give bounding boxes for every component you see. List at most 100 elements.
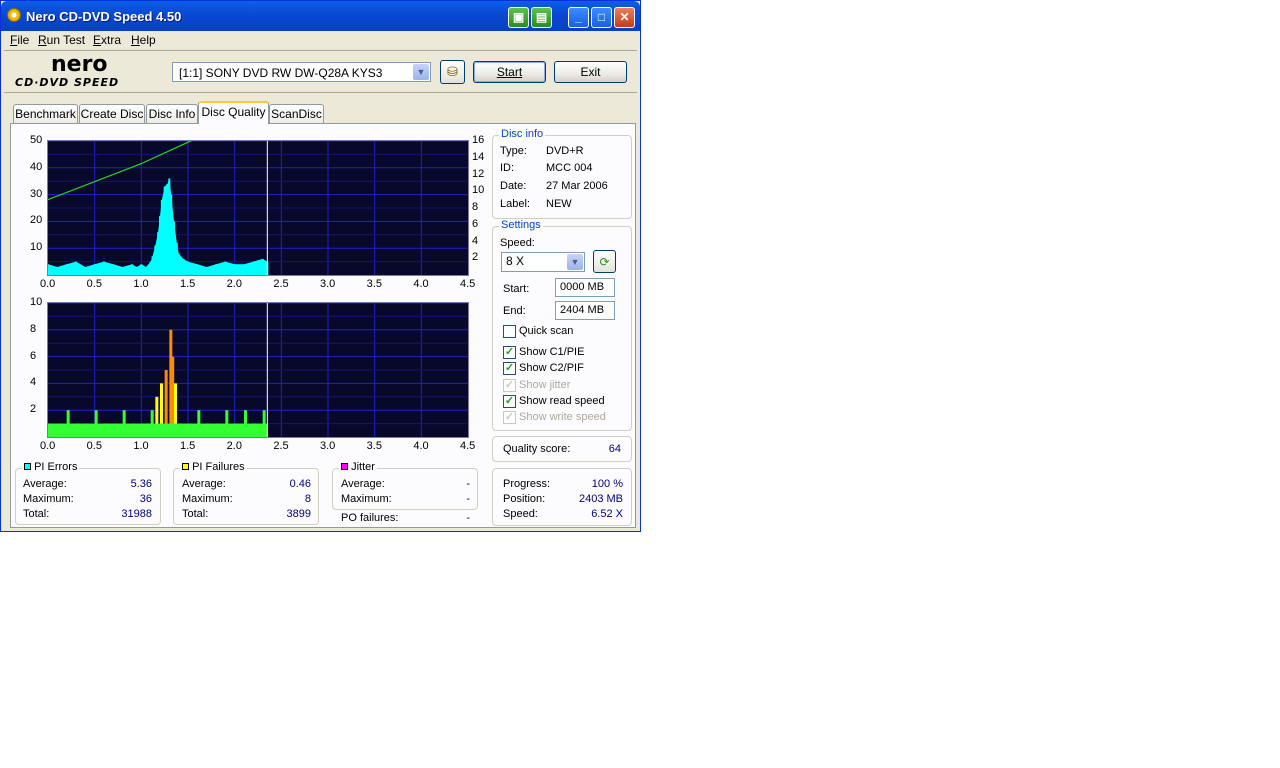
pi-errors-swatch	[24, 463, 31, 470]
x-tick-label: 1.0	[133, 440, 149, 452]
x-tick-label: 0.5	[86, 440, 102, 452]
label-label: Label:	[500, 198, 530, 210]
exit-button-label: Exit	[580, 65, 601, 79]
position-value: 2403 MB	[578, 493, 623, 505]
y-tick-label: 50	[30, 134, 43, 146]
fit-window-button[interactable]: ▣	[508, 7, 529, 28]
end-field[interactable]: 2404 MB	[555, 301, 615, 320]
show-read-speed-checkbox[interactable]: ✓	[503, 395, 516, 408]
jitter-group: Jitter Average: - Maximum: -	[332, 461, 478, 510]
speed-readout-value: 6.52 X	[591, 508, 623, 520]
minimize-button[interactable]: _	[568, 7, 589, 28]
pi-errors-maximum-label: Maximum:	[23, 493, 74, 505]
progress-label: Progress:	[503, 478, 551, 490]
x-tick-label: 4.5	[460, 440, 476, 452]
exit-button[interactable]: Exit	[554, 61, 627, 83]
jitter-average-value: -	[466, 478, 470, 490]
quality-score-value: 64	[608, 443, 621, 455]
type-label: Type:	[500, 145, 527, 157]
menu-run-test[interactable]: Run Test	[38, 33, 85, 47]
show-jitter-checkbox: ✓	[503, 379, 516, 392]
logo-product: CD·DVD SPEED	[15, 76, 120, 89]
x-tick-label: 2.0	[226, 440, 242, 452]
jitter-title: Jitter	[339, 461, 377, 473]
pi-errors-group: PI Errors Average: 5.36 Maximum: 36 Tota…	[15, 461, 161, 525]
x-tick-label: 4.0	[413, 278, 429, 290]
pi-errors-average-label: Average:	[23, 478, 67, 490]
quality-score-group: Quality score: 64	[492, 436, 632, 462]
tab-label: Disc Quality	[201, 105, 266, 119]
close-button[interactable]: ✕	[614, 7, 635, 28]
pi-failures-title-text: PI Failures	[192, 461, 245, 473]
tab-disc-quality[interactable]: Disc Quality	[198, 101, 269, 124]
window-title: Nero CD-DVD Speed 4.50	[26, 9, 182, 24]
drive-info-button[interactable]: ⛁	[440, 60, 465, 84]
po-failures-label: PO failures:	[341, 512, 399, 524]
y2-tick-label: 10	[472, 184, 485, 197]
date-label: Date:	[500, 180, 527, 192]
jitter-swatch	[341, 463, 348, 470]
y-tick-label: 40	[30, 160, 43, 173]
quality-score-label: Quality score:	[503, 443, 571, 455]
pi-errors-average-value: 5.36	[130, 478, 152, 490]
tab-label: Create Disc	[80, 107, 144, 121]
drive-select-value: [1:1] SONY DVD RW DW-Q28A KYS3	[179, 66, 383, 80]
disc-info-group: Disc info Type: DVD+R ID: MCC 004 Date: …	[492, 128, 632, 219]
show-read-speed-label: Show read speed	[519, 395, 605, 407]
chevron-down-icon[interactable]: ▼	[413, 64, 429, 80]
pi-errors-total-value: 31988	[121, 508, 152, 520]
show-c2-pif-checkbox[interactable]: ✓	[503, 362, 516, 375]
start-field[interactable]: 0000 MB	[555, 278, 615, 297]
tab-create-disc[interactable]: Create Disc	[79, 104, 145, 123]
disc-app-icon	[7, 8, 21, 22]
menu-help[interactable]: Help	[131, 33, 156, 47]
refresh-icon: ⟳	[599, 255, 610, 269]
y2-tick-label: 2	[472, 251, 479, 264]
x-tick-label: 3.0	[320, 440, 336, 452]
tab-benchmark[interactable]: Benchmark	[13, 104, 78, 123]
disc-drive-icon: ⛁	[447, 64, 458, 79]
y2-tick-label: 14	[472, 150, 485, 163]
quick-scan-checkbox[interactable]	[503, 325, 516, 338]
show-write-speed-label: Show write speed	[519, 411, 606, 423]
tab-scandisc[interactable]: ScanDisc	[269, 104, 324, 123]
save-screenshot-button[interactable]: ▤	[531, 7, 552, 28]
start-button[interactable]: Start	[473, 61, 546, 83]
y-tick-label: 30	[30, 187, 43, 200]
logo-brand: nero	[51, 52, 108, 77]
x-tick-label: 0.5	[86, 278, 102, 290]
jitter-average-label: Average:	[341, 478, 385, 490]
pi-failures-baseline	[48, 423, 268, 437]
y-tick-label: 4	[30, 376, 37, 389]
refresh-speeds-button[interactable]: ⟳	[593, 250, 616, 273]
toolbar-separator	[4, 92, 637, 93]
x-tick-label: 4.0	[413, 440, 429, 452]
label-value: NEW	[546, 198, 572, 210]
show-c1-pie-checkbox[interactable]: ✓	[503, 346, 516, 359]
maximize-button[interactable]: □	[591, 7, 612, 28]
y-tick-label: 6	[30, 349, 37, 362]
x-tick-label: 2.5	[273, 440, 289, 452]
start-button-label: Start	[496, 65, 523, 79]
chevron-down-icon[interactable]: ▼	[567, 254, 583, 270]
tab-disc-info[interactable]: Disc Info	[146, 104, 198, 123]
tab-label: ScanDisc	[271, 107, 322, 121]
pi-errors-chart	[47, 140, 469, 276]
quick-scan-label: Quick scan	[519, 325, 574, 337]
y-tick-label: 20	[30, 214, 43, 227]
x-tick-label: 4.5	[460, 278, 476, 290]
po-failures-value: -	[466, 512, 470, 524]
speed-select[interactable]: 8 X ▼	[501, 252, 585, 272]
title-bar[interactable]: Nero CD-DVD Speed 4.50 ▣ ▤ _ □ ✕	[1, 1, 640, 31]
x-tick-label: 2.5	[273, 278, 289, 290]
pi-errors-maximum-value: 36	[139, 493, 152, 505]
tab-label: Disc Info	[148, 107, 196, 121]
menu-file[interactable]: File	[10, 33, 29, 47]
menu-extra[interactable]: Extra	[93, 33, 121, 47]
pi-failures-total-label: Total:	[182, 508, 209, 520]
menu-separator	[4, 50, 637, 51]
position-label: Position:	[503, 493, 546, 505]
drive-select[interactable]: [1:1] SONY DVD RW DW-Q28A KYS3 ▼	[172, 62, 431, 82]
y2-tick-label: 6	[472, 217, 479, 230]
y-tick-label: 2	[30, 403, 37, 416]
